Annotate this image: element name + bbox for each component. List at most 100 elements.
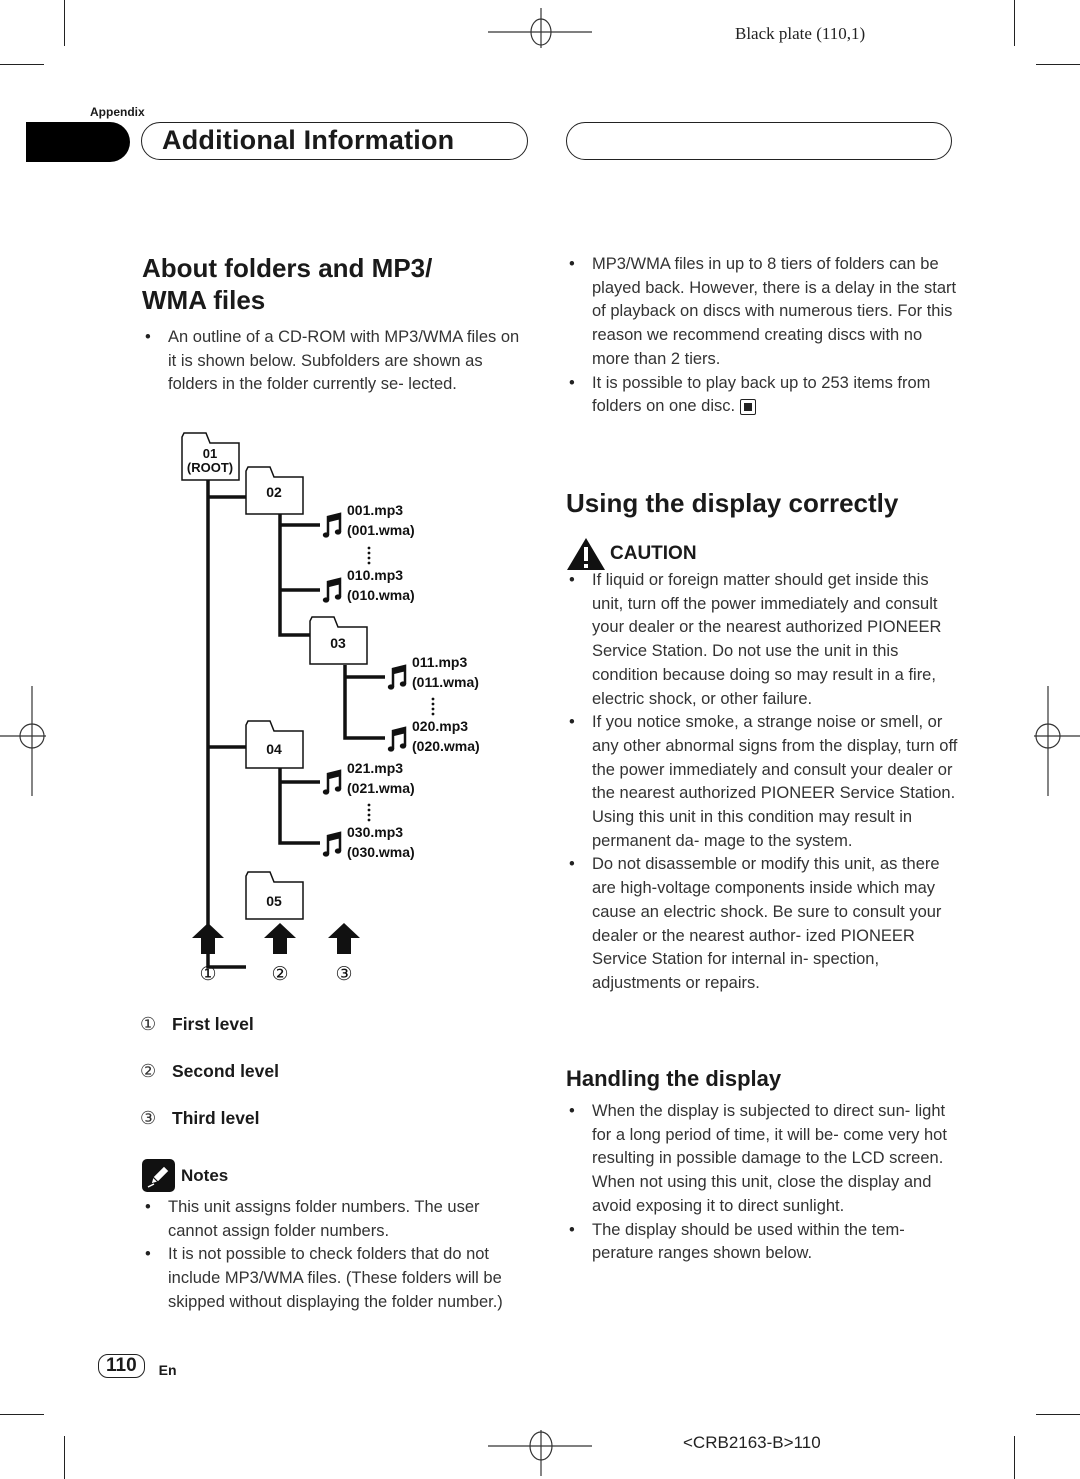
level-number: ①	[140, 1013, 157, 1034]
level-legend: ① First level ② Second level ③ Third level	[140, 1012, 279, 1130]
svg-text:(030.wma): (030.wma)	[347, 844, 415, 860]
list-item: It is not possible to check folders that…	[142, 1243, 532, 1314]
vertical-ellipsis-icon	[367, 546, 371, 565]
list-item: If liquid or foreign matter should get i…	[566, 569, 958, 711]
notes-label: Notes	[181, 1165, 229, 1185]
level-label: Second level	[172, 1060, 279, 1081]
vertical-ellipsis-icon	[367, 803, 371, 822]
vertical-ellipsis-icon	[431, 697, 435, 716]
section-title: About folders and MP3/ WMA files	[142, 252, 522, 316]
crop-mark	[0, 64, 44, 66]
crop-mark	[1014, 0, 1016, 46]
registration-mark-icon	[488, 8, 592, 48]
left-section: About folders and MP3/ WMA files An outl…	[142, 252, 522, 397]
level-item: ② Second level	[140, 1059, 279, 1083]
file-item: 010.mp3 (010.wma)	[321, 567, 415, 604]
svg-text:001.mp3: 001.mp3	[347, 502, 403, 518]
caution-section: CAUTION If liquid or foreign matter shou…	[566, 537, 958, 996]
list-item: MP3/WMA files in up to 8 tiers of folder…	[566, 253, 958, 372]
svg-text:(001.wma): (001.wma)	[347, 522, 415, 538]
crop-mark	[1036, 64, 1080, 66]
header-blank-box	[566, 122, 952, 160]
registration-mark-icon	[488, 1430, 592, 1476]
list-item: The display should be used within the te…	[566, 1219, 958, 1266]
up-arrow-icon	[328, 923, 360, 954]
registration-mark-icon	[0, 686, 46, 796]
level-number: ②	[140, 1060, 157, 1081]
right-section: MP3/WMA files in up to 8 tiers of folder…	[566, 253, 958, 419]
level-marker: ①	[199, 964, 216, 985]
caution-heading: CAUTION	[566, 537, 958, 571]
file-item: 030.mp3 (030.wma)	[321, 824, 415, 860]
level-marker: ③	[335, 964, 352, 985]
registration-mark-icon	[1034, 686, 1080, 796]
notes-heading: Notes	[142, 1159, 532, 1192]
level-number: ③	[140, 1107, 157, 1128]
file-item: 021.mp3 (021.wma)	[321, 760, 415, 796]
pencil-icon	[142, 1159, 175, 1192]
crop-mark	[1036, 1414, 1080, 1416]
music-note-icon	[386, 664, 408, 691]
folder-01: 01 (ROOT)	[181, 432, 240, 481]
crop-mark	[1014, 1436, 1016, 1479]
caution-list: If liquid or foreign matter should get i…	[566, 569, 958, 996]
end-mark-icon	[739, 398, 756, 415]
plate-label: Black plate (110,1)	[735, 24, 866, 43]
svg-text:04: 04	[266, 741, 282, 757]
svg-text:021.mp3: 021.mp3	[347, 760, 403, 776]
crop-mark	[64, 1436, 66, 1479]
intro-list: An outline of a CD-ROM with MP3/WMA file…	[142, 326, 522, 397]
level-item: ① First level	[140, 1012, 279, 1036]
file-item: 001.mp3 (001.wma)	[321, 502, 415, 539]
svg-text:(010.wma): (010.wma)	[347, 587, 415, 603]
svg-text:010.mp3: 010.mp3	[347, 567, 403, 583]
header-title-box: Additional Information	[141, 122, 528, 160]
section-label: Appendix	[90, 105, 145, 119]
level-item: ③ Third level	[140, 1106, 279, 1130]
list-item: It is possible to play back up to 253 it…	[566, 372, 958, 419]
svg-text:011.mp3: 011.mp3	[412, 654, 467, 670]
handling-list: When the display is subjected to direct …	[566, 1100, 958, 1266]
header-title: Additional Information	[162, 125, 455, 155]
title-line: About folders and MP3/	[142, 253, 433, 283]
list-item: When the display is subjected to direct …	[566, 1100, 958, 1219]
crop-mark	[64, 0, 66, 46]
file-item: 011.mp3 (011.wma)	[386, 654, 479, 691]
svg-text:(ROOT): (ROOT)	[187, 460, 233, 475]
folder-02: 02	[245, 466, 304, 515]
warning-icon	[567, 538, 605, 570]
music-note-icon	[321, 831, 343, 858]
svg-text:(011.wma): (011.wma)	[412, 674, 479, 690]
svg-text:05: 05	[266, 893, 282, 909]
list-item: Do not disassemble or modify this unit, …	[566, 853, 958, 995]
svg-text:030.mp3: 030.mp3	[347, 824, 403, 840]
notes-section: Notes This unit assigns folder numbers. …	[142, 1159, 532, 1315]
folder-tree-diagram: 01 (ROOT) 02 03 04 05 001.mp3 (001.wma) 0…	[181, 432, 480, 985]
folder-05: 05	[245, 871, 304, 920]
folder-04: 04	[245, 720, 304, 769]
page-footer: 110 En	[98, 1354, 177, 1378]
subsection-title: Handling the display	[566, 1066, 782, 1091]
up-arrow-icon	[264, 923, 296, 954]
up-arrow-icon	[192, 923, 224, 954]
music-note-icon	[386, 726, 408, 753]
section-title: Using the display correctly	[566, 488, 899, 518]
music-note-icon	[321, 577, 343, 604]
file-item: 020.mp3 (020.wma)	[386, 718, 480, 754]
notes-list: This unit assigns folder numbers. The us…	[142, 1196, 532, 1315]
level-marker: ②	[271, 964, 288, 985]
list-item-text: It is possible to play back up to 253 it…	[592, 373, 931, 416]
svg-text:020.mp3: 020.mp3	[412, 718, 468, 734]
music-note-icon	[321, 769, 343, 796]
svg-text:03: 03	[330, 635, 346, 651]
tier-list: MP3/WMA files in up to 8 tiers of folder…	[566, 253, 958, 419]
music-note-icon	[321, 512, 343, 539]
svg-text:01: 01	[203, 446, 217, 461]
crop-mark	[0, 1414, 44, 1416]
page-number: 110	[98, 1354, 145, 1378]
list-item: An outline of a CD-ROM with MP3/WMA file…	[142, 326, 522, 397]
svg-text:02: 02	[266, 484, 282, 500]
display-title: Using the display correctly	[566, 488, 898, 519]
document-code: <CRB2163-B>110	[683, 1433, 821, 1452]
svg-text:(020.wma): (020.wma)	[412, 738, 480, 754]
